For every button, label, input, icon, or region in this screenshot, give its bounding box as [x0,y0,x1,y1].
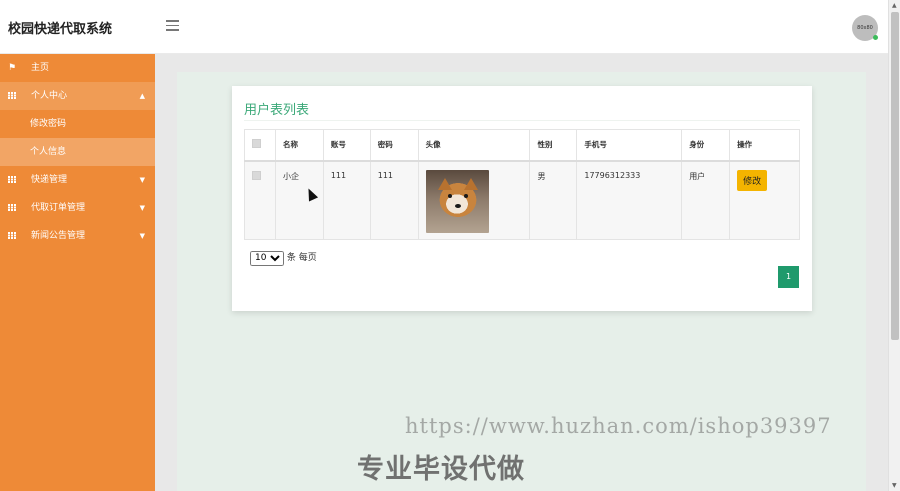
sidebar-item-label: 个人信息 [30,147,67,157]
dog-eye [447,193,452,198]
column-header[interactable]: 性别 [529,129,578,161]
cell-account: 111 [322,160,371,240]
cell-avatar [417,160,531,240]
column-header[interactable]: 名称 [274,129,324,161]
column-header[interactable]: 手机号 [576,129,683,161]
dog-ear [463,177,478,190]
chevron-down-icon: ▼ [139,204,145,212]
sidebar-item-label: 个人中心 [31,91,68,101]
cell-actions: 修改 [729,160,800,240]
column-header[interactable]: 密码 [369,129,419,161]
sidebar-item-label: 修改密码 [30,119,67,129]
page-title: 用户表列表 [244,103,310,118]
sidebar-item-news-management[interactable]: 新闻公告管理 ▼ [0,222,155,250]
top-bar: 校园快递代取系统 80x80 [0,0,888,54]
grid-icon [8,166,16,194]
row-checkbox[interactable] [252,170,261,180]
app-title: 校园快递代取系统 [8,22,113,37]
cell-gender: 男 [529,160,578,240]
table-header-row: 名称 账号 密码 头像 性别 手机号 身份 操作 [244,129,800,161]
sidebar-item-label: 主页 [31,63,50,73]
sidebar-item-express-management[interactable]: 快递管理 ▼ [0,166,155,194]
sidebar: ⚑ 主页 个人中心 ▲ 修改密码 个人信息 快递管理 ▼ 代取订单管理 ▼ 新闻… [0,54,155,491]
sidebar-subitem-change-password[interactable]: 修改密码 [0,110,155,138]
page-1-button[interactable]: 1 [778,266,799,288]
select-all-checkbox[interactable] [252,139,261,149]
sidebar-item-label: 代取订单管理 [31,203,86,213]
sidebar-item-order-management[interactable]: 代取订单管理 ▼ [0,194,155,222]
sidebar-item-home[interactable]: ⚑ 主页 [0,54,155,82]
avatar-image[interactable] [425,169,489,233]
cell-phone: 17796312333 [576,160,683,240]
user-list-card: 用户表列表 名称 账号 密码 头像 性别 手机号 身份 操作 小企 111 11… [232,86,812,311]
chevron-down-icon: ▼ [139,232,145,240]
chevron-up-icon: ▲ [139,92,145,100]
dog-nose [454,203,461,208]
dog-ear [437,177,452,190]
cell-role: 用户 [681,160,731,240]
divider [244,120,800,121]
edit-button[interactable]: 修改 [737,169,768,191]
page-size-select[interactable]: 10 [250,250,284,266]
page-size-suffix: 条 每页 [286,253,317,263]
column-header[interactable]: 账号 [322,129,371,161]
column-header[interactable]: 头像 [417,129,531,161]
chevron-down-icon: ▼ [139,176,145,184]
vertical-scrollbar[interactable]: ▲ ▼ [888,0,900,491]
scroll-thumb[interactable] [891,12,899,340]
flag-icon: ⚑ [8,63,17,73]
watermark-slogan: 专业毕设代做 [357,454,525,485]
watermark-url: https://www.huzhan.com/ishop39397 [405,414,832,438]
sidebar-item-personal-center[interactable]: 个人中心 ▲ [0,82,155,110]
column-header: 操作 [729,129,800,161]
menu-toggle-icon[interactable] [166,20,179,32]
table-row[interactable]: 小企 111 111 男 17796312333 用户 修改 [244,160,800,240]
dog-eye [463,193,468,198]
online-status-dot [873,35,878,40]
sidebar-item-label: 新闻公告管理 [31,231,86,241]
scroll-down-icon[interactable]: ▼ [892,482,897,489]
row-select-cell [244,160,276,240]
column-header[interactable]: 身份 [681,129,731,161]
user-table: 名称 账号 密码 头像 性别 手机号 身份 操作 小企 111 111 男 17… [244,129,800,240]
select-all-cell [244,129,276,161]
grid-icon [8,82,16,110]
cell-password: 111 [369,160,419,240]
grid-icon [8,194,16,222]
grid-icon [8,222,16,250]
sidebar-item-label: 快递管理 [31,175,68,185]
scroll-up-icon[interactable]: ▲ [892,2,897,9]
cell-name: 小企 [274,160,324,240]
sidebar-subitem-personal-info[interactable]: 个人信息 [0,138,155,166]
page-size-control: 10 条 每页 [250,250,317,266]
